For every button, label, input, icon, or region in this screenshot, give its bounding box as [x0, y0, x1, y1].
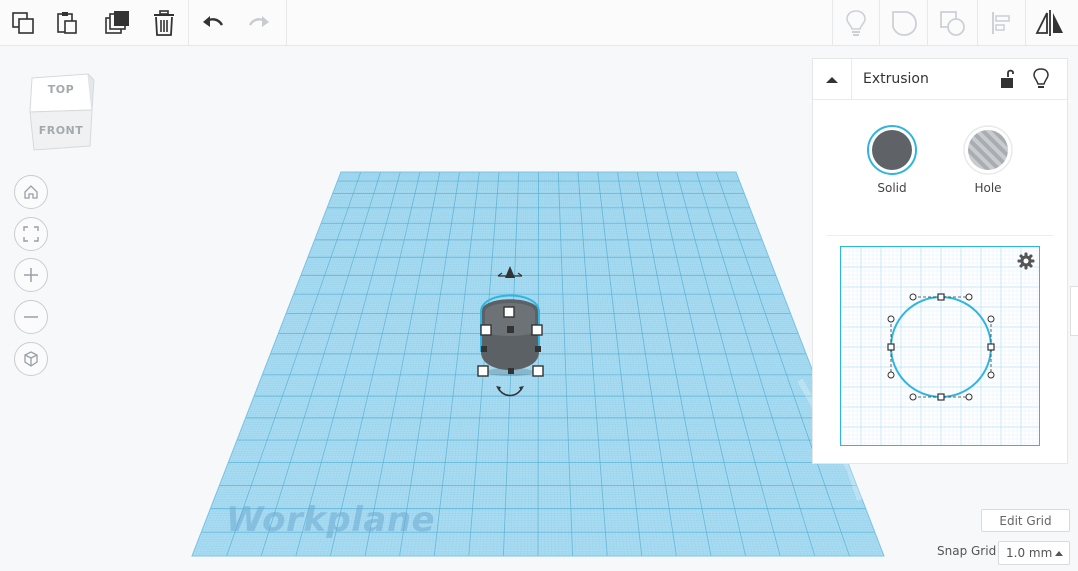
lightbulb-icon[interactable]: [1032, 67, 1050, 91]
snap-grid-label: Snap Grid: [937, 544, 997, 558]
inspector-panel: Extrusion Solid Hole: [812, 58, 1068, 464]
solid-label: Solid: [877, 181, 907, 195]
snap-grid-value: 1.0 mm: [1006, 546, 1053, 560]
workplane-label: Workplane: [226, 500, 436, 540]
chevron-up-icon: [826, 76, 838, 83]
snap-grid-select[interactable]: 1.0 mm: [998, 541, 1070, 565]
hole-button[interactable]: [962, 124, 1014, 176]
panel-divider: [827, 235, 1053, 236]
caret-up-icon: [1055, 551, 1063, 556]
profile-grid: [841, 247, 1039, 445]
collapse-panel-button[interactable]: [813, 59, 852, 100]
inspector-title: Extrusion: [863, 71, 929, 87]
solid-swatch: [867, 125, 917, 175]
hole-label: Hole: [974, 181, 1002, 195]
unlock-icon[interactable]: [999, 68, 1017, 90]
edit-grid-button[interactable]: Edit Grid: [981, 509, 1070, 532]
solid-button[interactable]: [866, 124, 918, 176]
gear-icon[interactable]: [1017, 252, 1035, 270]
profile-editor[interactable]: [840, 246, 1040, 446]
hole-swatch: [963, 125, 1013, 175]
side-panel-tab[interactable]: [1070, 286, 1078, 336]
inspector-header: Extrusion: [813, 59, 1067, 100]
